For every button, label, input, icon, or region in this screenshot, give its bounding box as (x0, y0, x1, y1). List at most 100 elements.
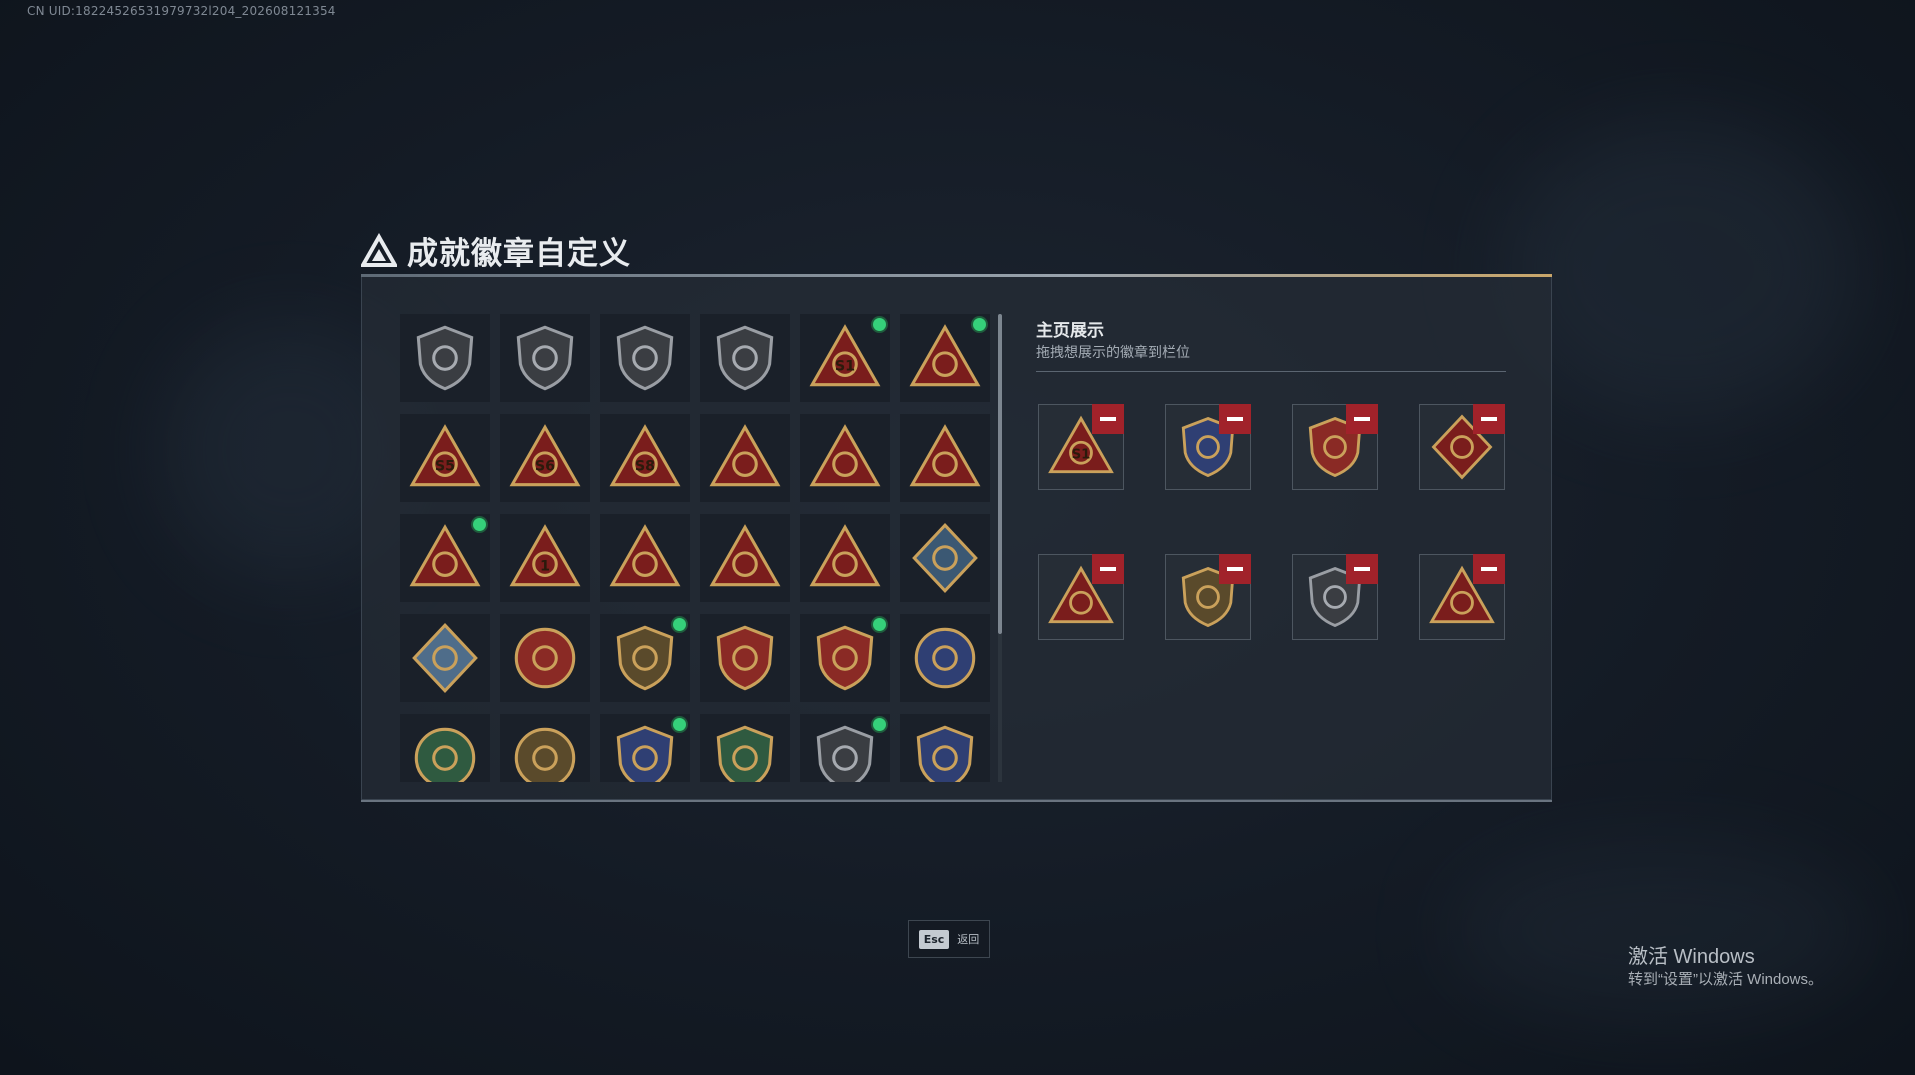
new-badge-dot (873, 618, 886, 631)
showcase-subtitle: 拖拽想展示的徽章到栏位 (1036, 345, 1190, 361)
badge-cell[interactable] (800, 614, 890, 702)
arrows-shield-icon (716, 325, 774, 391)
remove-badge-button[interactable] (1219, 554, 1251, 584)
tower-triangle-badge-icon (709, 424, 781, 487)
showcase-slot[interactable] (1165, 554, 1251, 640)
showcase-slot[interactable]: S1 (1038, 404, 1124, 490)
star-crest-badge-icon (816, 625, 874, 691)
dragon-triangle-badge-icon (809, 524, 881, 587)
badge-cell[interactable] (400, 514, 490, 602)
windows-activation-subtitle: 转到“设置”以激活 Windows。 (1628, 971, 1824, 988)
badge-cell[interactable] (600, 714, 690, 782)
remove-badge-button[interactable] (1346, 554, 1378, 584)
season-6-badge-icon: S6 (509, 424, 581, 487)
badge-cell[interactable] (700, 314, 790, 402)
hand-sign-badge-icon (909, 424, 981, 487)
badge-cell[interactable] (700, 614, 790, 702)
triangle-shield-icon (416, 325, 474, 391)
back-label: 返回 (957, 933, 980, 946)
badge-cell[interactable] (500, 614, 590, 702)
squad-triangle-badge-icon (609, 524, 681, 587)
badge-label: S5 (435, 458, 455, 474)
triangle-logo-icon (361, 232, 397, 267)
tank-diamond-badge-icon (412, 622, 478, 694)
showcase-slot[interactable] (1419, 554, 1505, 640)
uid-label: CN UID:18224526531979732l204_20260812135… (27, 4, 336, 18)
badge-cell[interactable] (900, 414, 990, 502)
esc-key-hint: Esc (918, 929, 950, 949)
remove-badge-button[interactable] (1092, 554, 1124, 584)
showcase-slot[interactable] (1165, 404, 1251, 490)
remove-badge-button[interactable] (1473, 554, 1505, 584)
badge-grid-scrollbar[interactable] (998, 314, 1002, 634)
season-1-badge-icon: S1 (809, 324, 881, 387)
badge-label: S8 (635, 458, 655, 474)
showcase-title: 主页展示 (1036, 321, 1104, 341)
badge-cell[interactable] (700, 514, 790, 602)
badge-cell[interactable] (400, 614, 490, 702)
badge-cell[interactable] (700, 714, 790, 782)
rocket-triangle-badge-icon (709, 524, 781, 587)
star-medal-badge-icon (514, 627, 576, 689)
new-badge-dot (873, 718, 886, 731)
badge-cell[interactable] (800, 714, 890, 782)
badge-cell[interactable] (900, 514, 990, 602)
badge-label: 1 (540, 558, 550, 574)
new-badge-dot (873, 318, 886, 331)
badge-cell[interactable]: S1 (800, 314, 890, 402)
new-badge-dot (673, 618, 686, 631)
badge-label: S1 (1072, 447, 1091, 462)
showcase-slot[interactable] (1292, 404, 1378, 490)
wings-crest-badge-icon (916, 725, 974, 782)
badge-cell[interactable] (800, 414, 890, 502)
crosshair-shield-icon (616, 325, 674, 391)
badge-cell[interactable] (900, 314, 990, 402)
vehicle-triangle-badge-icon (409, 524, 481, 587)
green-crest-badge-icon (716, 725, 774, 782)
remove-badge-button[interactable] (1473, 404, 1505, 434)
badge-cell[interactable]: 1 (500, 514, 590, 602)
badge-label: S1 (835, 358, 855, 374)
badge-cell[interactable]: S5 (400, 414, 490, 502)
page-title: 成就徽章自定义 (407, 236, 631, 272)
skull-round-badge-icon (414, 727, 476, 782)
badge-cell[interactable] (900, 614, 990, 702)
badge-cell[interactable]: S6 (500, 414, 590, 502)
badge-grid[interactable]: S1 S5 S6 S8 1 (400, 314, 994, 782)
remove-badge-button[interactable] (1346, 404, 1378, 434)
new-badge-dot (473, 518, 486, 531)
badge-cell[interactable] (500, 714, 590, 782)
badge-cell[interactable] (700, 414, 790, 502)
badge-cell[interactable] (900, 714, 990, 782)
new-badge-dot (973, 318, 986, 331)
back-button[interactable]: Esc 返回 (908, 920, 990, 958)
windows-activation-title: 激活 Windows (1628, 946, 1755, 968)
star-crest-badge-icon (716, 625, 774, 691)
remove-badge-button[interactable] (1219, 404, 1251, 434)
badge-label: S6 (535, 458, 555, 474)
badge-cell[interactable] (600, 514, 690, 602)
remove-badge-button[interactable] (1092, 404, 1124, 434)
badge-cell[interactable] (600, 614, 690, 702)
season-8-badge-icon: S8 (609, 424, 681, 487)
new-badge-dot (673, 718, 686, 731)
badge-cell[interactable] (400, 314, 490, 402)
showcase-divider (1036, 371, 1506, 372)
fist-shield-badge-icon (616, 625, 674, 691)
eye-triangle-badge-icon (909, 324, 981, 387)
badge-cell[interactable]: S8 (600, 414, 690, 502)
eagle-badge-icon (809, 424, 881, 487)
scrollbar-track (998, 634, 1002, 782)
badge-cell[interactable] (600, 314, 690, 402)
sunburst-badge-icon (514, 727, 576, 782)
showcase-slot[interactable] (1038, 554, 1124, 640)
badge-cell[interactable] (400, 714, 490, 782)
page-header: 成就徽章自定义 (361, 228, 631, 273)
badge-cell[interactable] (800, 514, 890, 602)
helicopter-shield-icon (516, 325, 574, 391)
badge-cell[interactable] (500, 314, 590, 402)
panel-bottom-divider (361, 800, 1552, 802)
pilot-round-badge-icon (914, 627, 976, 689)
showcase-slot[interactable] (1292, 554, 1378, 640)
showcase-slot[interactable] (1419, 404, 1505, 490)
